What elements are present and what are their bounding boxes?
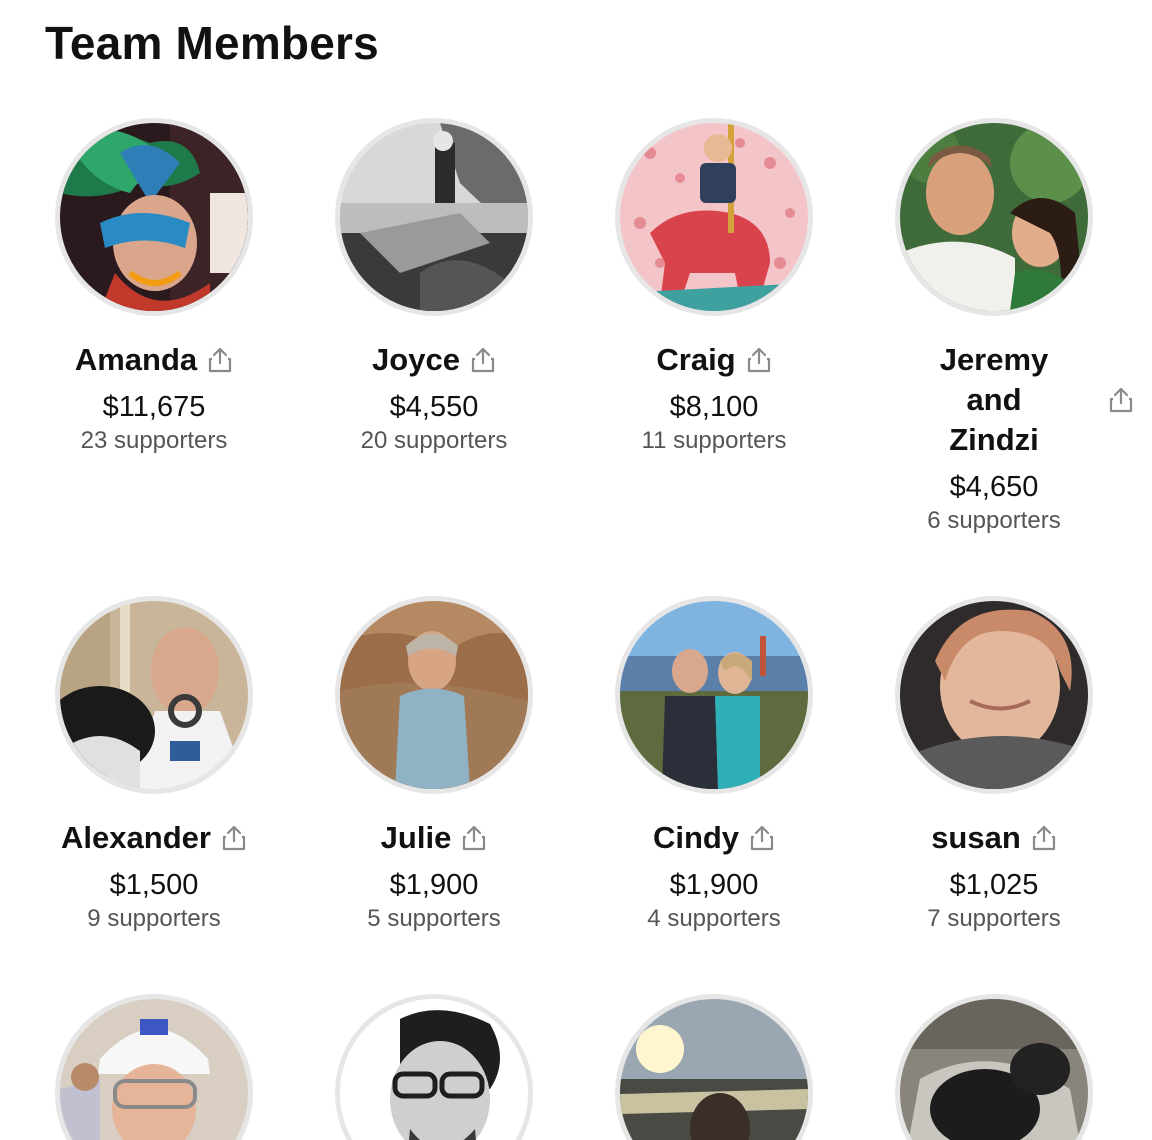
raised-amount: $4,550 bbox=[389, 391, 479, 423]
member-name[interactable]: susan bbox=[931, 818, 1021, 858]
supporters-count: 6 supporters bbox=[927, 507, 1061, 534]
member-card[interactable]: Julie $1,900 5 supporters bbox=[294, 596, 574, 994]
supporters-count: 23 supporters bbox=[80, 427, 228, 454]
name-row: Amanda bbox=[14, 340, 294, 380]
member-card[interactable] bbox=[294, 994, 574, 1140]
page-title: Team Members bbox=[45, 17, 379, 69]
member-card[interactable] bbox=[574, 994, 854, 1140]
avatar[interactable] bbox=[895, 596, 1093, 794]
avatar[interactable] bbox=[335, 596, 533, 794]
name-row: Joyce bbox=[294, 340, 574, 380]
member-card[interactable]: susan $1,025 7 supporters bbox=[854, 596, 1134, 994]
avatar[interactable] bbox=[55, 596, 253, 794]
member-name[interactable]: Joyce bbox=[372, 340, 460, 380]
member-card[interactable] bbox=[14, 994, 294, 1140]
member-card[interactable]: Amanda $11,675 23 supporters bbox=[14, 118, 294, 596]
supporters-count: 4 supporters bbox=[647, 905, 781, 932]
name-row: Jeremy and Zindzi bbox=[854, 340, 1134, 460]
member-name[interactable]: Craig bbox=[656, 340, 735, 380]
avatar[interactable] bbox=[615, 596, 813, 794]
supporters-count: 11 supporters bbox=[641, 427, 787, 454]
avatar[interactable] bbox=[615, 994, 813, 1140]
member-name[interactable]: Cindy bbox=[653, 818, 739, 858]
name-row: Craig bbox=[574, 340, 854, 380]
raised-amount: $4,650 bbox=[949, 471, 1039, 503]
supporters-count: 7 supporters bbox=[927, 905, 1061, 932]
raised-amount: $1,900 bbox=[389, 869, 479, 901]
raised-amount: $11,675 bbox=[102, 391, 206, 423]
supporters-count: 9 supporters bbox=[87, 905, 221, 932]
share-icon[interactable] bbox=[746, 346, 772, 374]
name-row: Julie bbox=[294, 818, 574, 858]
avatar[interactable] bbox=[335, 118, 533, 316]
supporters-count: 5 supporters bbox=[367, 905, 501, 932]
avatar[interactable] bbox=[55, 994, 253, 1140]
team-members-grid: Amanda $11,675 23 supporters Joyce $4,55… bbox=[14, 118, 1134, 1140]
member-card[interactable]: Craig $8,100 11 supporters bbox=[574, 118, 854, 596]
member-name[interactable]: Amanda bbox=[75, 340, 197, 380]
team-members-page: Team Members Amanda $11,675 23 supporter… bbox=[0, 0, 1152, 1140]
member-card[interactable] bbox=[854, 994, 1134, 1140]
member-name[interactable]: Alexander bbox=[61, 818, 211, 858]
name-row: Alexander bbox=[14, 818, 294, 858]
avatar[interactable] bbox=[895, 118, 1093, 316]
supporters-count: 20 supporters bbox=[360, 427, 508, 454]
member-card[interactable]: Joyce $4,550 20 supporters bbox=[294, 118, 574, 596]
raised-amount: $1,900 bbox=[669, 869, 759, 901]
member-card[interactable]: Cindy $1,900 4 supporters bbox=[574, 596, 854, 994]
avatar[interactable] bbox=[55, 118, 253, 316]
member-name[interactable]: Julie bbox=[381, 818, 452, 858]
share-icon[interactable] bbox=[207, 346, 233, 374]
share-icon[interactable] bbox=[1031, 824, 1057, 852]
raised-amount: $1,025 bbox=[949, 869, 1039, 901]
avatar[interactable] bbox=[335, 994, 533, 1140]
name-row: Cindy bbox=[574, 818, 854, 858]
name-row: susan bbox=[854, 818, 1134, 858]
member-name[interactable]: Jeremy and Zindzi bbox=[929, 340, 1059, 460]
raised-amount: $1,500 bbox=[109, 869, 199, 901]
raised-amount: $8,100 bbox=[669, 391, 759, 423]
share-icon[interactable] bbox=[470, 346, 496, 374]
share-icon[interactable] bbox=[461, 824, 487, 852]
member-card[interactable]: Jeremy and Zindzi $4,650 6 supporters bbox=[854, 118, 1134, 596]
share-icon[interactable] bbox=[1108, 386, 1134, 414]
avatar[interactable] bbox=[615, 118, 813, 316]
avatar[interactable] bbox=[895, 994, 1093, 1140]
member-card[interactable]: Alexander $1,500 9 supporters bbox=[14, 596, 294, 994]
share-icon[interactable] bbox=[749, 824, 775, 852]
share-icon[interactable] bbox=[221, 824, 247, 852]
